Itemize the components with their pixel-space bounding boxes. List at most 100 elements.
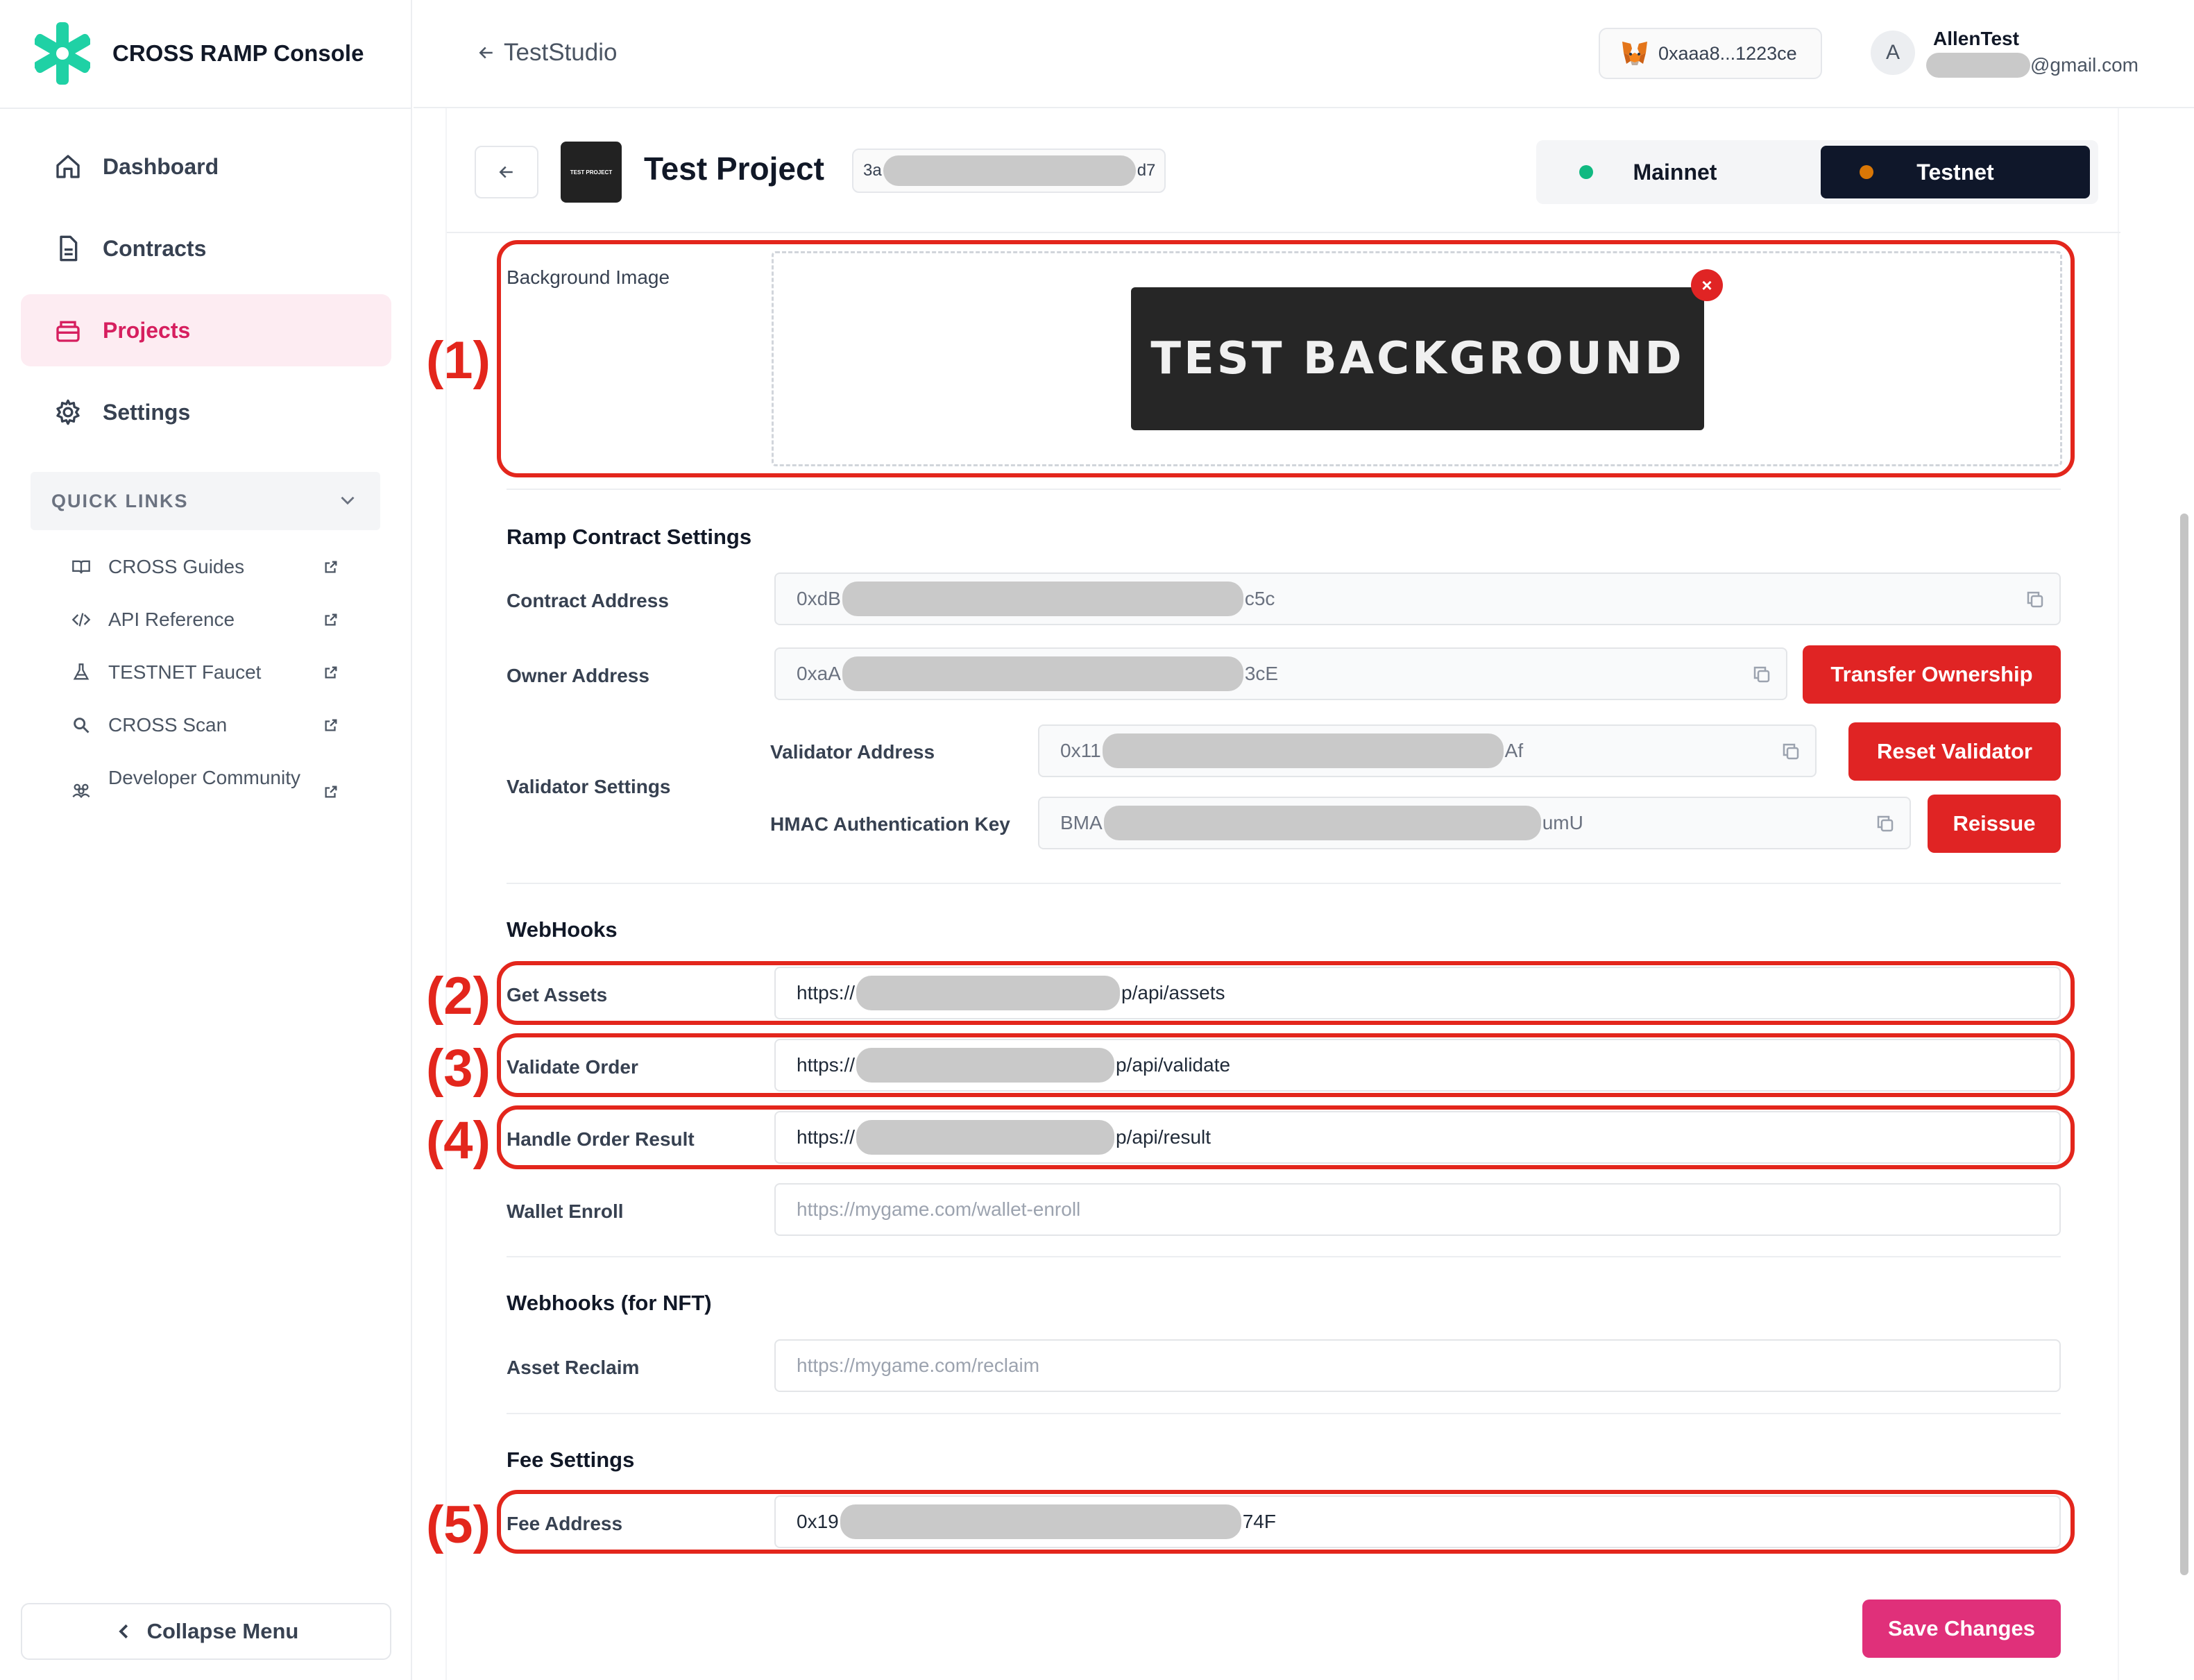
network-option-mainnet[interactable]: Mainnet: [1540, 146, 1810, 198]
quick-link-developer-community[interactable]: Developer Community: [69, 765, 347, 802]
breadcrumb-label: TestStudio: [504, 39, 618, 66]
redacted-mask: [1926, 53, 2030, 78]
redacted-mask: [842, 582, 1243, 616]
community-icon: [69, 779, 93, 802]
copy-icon[interactable]: [1751, 664, 1772, 685]
annotation-box-5: [497, 1490, 2075, 1554]
divider: [507, 1413, 2061, 1414]
network-option-testnet[interactable]: Testnet: [1821, 146, 2090, 198]
redacted-mask: [1103, 806, 1541, 840]
top-header: TestStudio 0xaaa8...1223ce A AllenTest @…: [414, 0, 2194, 108]
contract-address-field[interactable]: 0xdB c5c: [774, 572, 2061, 625]
quick-link-cross-guides[interactable]: CROSS Guides: [69, 554, 347, 580]
user-name: AllenTest: [1933, 28, 2019, 49]
quick-link-label: TESTNET Faucet: [108, 661, 262, 683]
project-header: TEST PROJECT Test Project 3a d7 Mainnet …: [447, 108, 2120, 233]
redacted-mask: [1102, 733, 1504, 768]
divider: [507, 489, 2061, 490]
annotation-number-2: (2): [426, 967, 491, 1026]
reset-validator-button[interactable]: Reset Validator: [1848, 722, 2061, 781]
home-icon: [53, 151, 83, 182]
divider: [507, 883, 2061, 884]
owner-address-suffix: 3cE: [1244, 663, 1279, 684]
project-id-badge[interactable]: 3a d7: [852, 149, 1166, 193]
wallet-button[interactable]: 0xaaa8...1223ce: [1599, 28, 1822, 79]
copy-icon[interactable]: [1780, 741, 1801, 762]
owner-address-label: Owner Address: [507, 665, 649, 686]
back-button[interactable]: [475, 146, 538, 198]
contract-address-suffix: c5c: [1244, 588, 1275, 609]
transfer-ownership-button[interactable]: Transfer Ownership: [1803, 645, 2061, 704]
sidebar-item-projects[interactable]: Projects: [21, 294, 391, 366]
asset-reclaim-field[interactable]: https://mygame.com/reclaim: [774, 1339, 2061, 1392]
metamask-fox-icon: [1622, 42, 1647, 65]
quick-links-title: QUICK LINKS: [51, 490, 189, 511]
sidebar-item-label: Dashboard: [103, 153, 219, 179]
save-changes-button[interactable]: Save Changes: [1862, 1600, 2061, 1658]
quick-link-label: API Reference: [108, 609, 235, 630]
breadcrumb[interactable]: TestStudio: [476, 39, 617, 67]
validator-address-field[interactable]: 0x11 Af: [1038, 724, 1817, 777]
validator-address-label: Validator Address: [770, 741, 935, 763]
box-icon: [53, 315, 83, 346]
external-link-icon: [325, 561, 337, 573]
quick-link-label: CROSS Scan: [108, 714, 228, 736]
quick-link-label: CROSS Guides: [108, 556, 245, 577]
external-link-icon: [325, 719, 337, 731]
wallet-enroll-label: Wallet Enroll: [507, 1200, 624, 1222]
arrow-left-icon: [479, 46, 493, 59]
owner-address-field[interactable]: 0xaA 3cE: [774, 647, 1787, 700]
search-icon: [69, 713, 93, 737]
asset-reclaim-label: Asset Reclaim: [507, 1357, 640, 1378]
project-id-prefix: 3a: [863, 161, 882, 180]
quick-links-toggle[interactable]: QUICK LINKS: [31, 472, 380, 530]
annotation-box-1: [497, 240, 2075, 477]
scrollbar-thumb[interactable]: [2180, 514, 2188, 1575]
external-link-icon: [325, 786, 337, 798]
network-label: Mainnet: [1633, 159, 1717, 185]
validator-address-suffix: Af: [1504, 740, 1524, 761]
annotation-number-4: (4): [426, 1111, 491, 1170]
sidebar-item-contracts[interactable]: Contracts: [21, 212, 391, 285]
user-email-suffix: @gmail.com: [2030, 54, 2139, 76]
collapse-menu-label: Collapse Menu: [146, 1619, 299, 1643]
reissue-button[interactable]: Reissue: [1928, 795, 2061, 853]
section-title-fee: Fee Settings: [507, 1448, 635, 1472]
flask-icon: [69, 661, 93, 684]
quick-link-cross-scan[interactable]: CROSS Scan: [69, 712, 347, 738]
wallet-enroll-field[interactable]: https://mygame.com/wallet-enroll: [774, 1183, 2061, 1236]
section-title-ramp: Ramp Contract Settings: [507, 525, 752, 549]
chevron-left-icon: [118, 1624, 128, 1639]
sidebar-item-settings[interactable]: Settings: [21, 376, 391, 448]
code-icon: [69, 608, 93, 631]
hmac-key-prefix: BMA: [1060, 812, 1103, 833]
hmac-key-field[interactable]: BMA umU: [1038, 797, 1911, 849]
sidebar: CROSS RAMP Console Dashboard Contracts P…: [0, 0, 412, 1680]
network-toggle: Mainnet Testnet: [1536, 140, 2098, 204]
annotation-box-2: [497, 961, 2075, 1025]
quick-link-label: Developer Community: [108, 767, 300, 788]
asset-reclaim-placeholder: https://mygame.com/reclaim: [797, 1355, 1040, 1376]
status-dot-green: [1579, 165, 1593, 179]
sidebar-item-label: Contracts: [103, 235, 207, 261]
project-thumbnail: TEST PROJECT: [561, 142, 622, 203]
avatar[interactable]: A: [1871, 31, 1915, 75]
validator-settings-label: Validator Settings: [507, 776, 671, 797]
page-title: Test Project: [644, 151, 824, 187]
document-icon: [53, 233, 83, 264]
annotation-number-3: (3): [426, 1039, 491, 1098]
sidebar-divider: [0, 108, 412, 109]
copy-icon[interactable]: [1875, 813, 1896, 834]
divider: [507, 1256, 2061, 1257]
collapse-menu-button[interactable]: Collapse Menu: [21, 1603, 391, 1660]
project-id-suffix: d7: [1137, 161, 1156, 180]
section-title-nft-webhooks: Webhooks (for NFT): [507, 1291, 712, 1315]
redacted-mask: [842, 656, 1243, 691]
copy-icon[interactable]: [2025, 589, 2046, 610]
external-link-icon: [325, 613, 337, 626]
quick-link-api-reference[interactable]: API Reference: [69, 606, 347, 633]
contract-address-label: Contract Address: [507, 590, 669, 611]
sidebar-item-dashboard[interactable]: Dashboard: [21, 130, 391, 203]
wallet-enroll-placeholder: https://mygame.com/wallet-enroll: [797, 1198, 1081, 1220]
quick-link-testnet-faucet[interactable]: TESTNET Faucet: [69, 659, 347, 686]
